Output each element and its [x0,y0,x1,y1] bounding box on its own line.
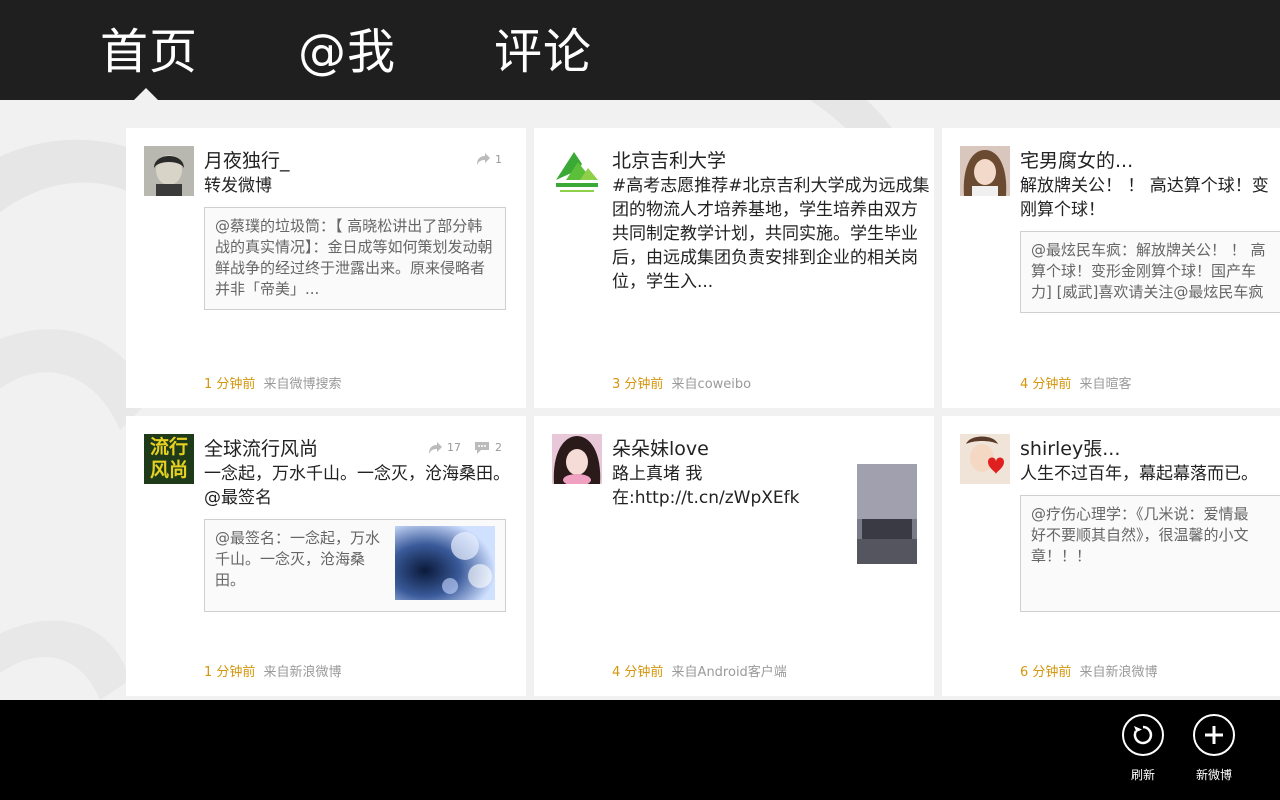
refresh-icon [1122,714,1164,756]
comment-count: 2 [495,441,502,454]
quoted-text: @最炫民车疯：解放牌关公！ ！ 高算个球！变形金刚算个球！国产车力] [威武]喜… [1031,241,1266,301]
post-meta: 4 分钟前 来自Android客户端 [612,661,787,680]
quoted-text: @最签名：一念起，万水千山。一念灭，沧海桑田。 [215,529,381,589]
avatar[interactable] [552,434,602,484]
post-source: 来自coweibo [671,377,752,392]
post-text: #高考志愿推荐#北京吉利大学成为远成集团的物流人才培养基地，学生培养由双方共同制… [612,176,930,292]
new-post-label: 新微博 [1195,768,1232,782]
repost-icon[interactable] [475,152,491,166]
post-card[interactable]: 朵朵妹love 路上真堵 我在:http://t.cn/zWpXEfk 4 分钟… [534,416,934,696]
quoted-post[interactable]: @蔡璞的垃圾筒：【 高晓松讲出了部分韩战的真实情况】：金日成等如何策划发动朝鲜战… [204,207,506,310]
selected-tab-indicator [134,88,158,100]
refresh-button[interactable]: 刷新 [1108,714,1178,783]
post-card[interactable]: 流行 风尚 全球流行风尚 17 2 一念起，万水千山。一念灭，沧海桑田。@最签名… [126,416,526,696]
post-stats: 1 [475,152,502,166]
tab-home[interactable]: 首页 [100,22,198,82]
refresh-label: 刷新 [1130,768,1155,782]
post-text: 转发微博 [204,176,272,196]
avatar[interactable]: 流行 风尚 [144,434,194,484]
repost-count: 1 [495,152,502,166]
avatar[interactable] [960,434,1010,484]
tab-mentions[interactable]: @我 [298,22,396,82]
brand-logo-icon: 流行 风尚 [144,434,194,484]
quoted-post[interactable]: @最炫民车疯：解放牌关公！ ！ 高算个球！变形金刚算个球！国产车力] [威武]喜… [1020,231,1280,313]
girl-photo-icon [960,146,1010,196]
post-time: 3 分钟前 [612,377,664,392]
author-name[interactable]: 宅男腐女的... [1020,146,1133,173]
author-name[interactable]: 北京吉利大学 [612,146,726,173]
post-card[interactable]: 宅男腐女的... 解放牌关公！ ！ 高达算个球！变刚算个球！ @最炫民车疯：解放… [942,128,1280,408]
post-stats: 17 2 [427,440,502,455]
author-name[interactable]: 月夜独行_ [204,146,290,173]
tab-comments[interactable]: 评论 [494,22,592,82]
university-logo-icon [552,146,602,196]
galaxy-image-icon [395,526,495,600]
quoted-text: @蔡璞的垃圾筒：【 高晓松讲出了部分韩战的真实情况】：金日成等如何策划发动朝鲜战… [215,217,493,298]
avatar[interactable] [144,146,194,196]
plus-icon [1193,714,1235,756]
post-source: 来自新浪微博 [1079,665,1158,680]
quoted-text: @疗伤心理学：《几米说：爱情最好不要顺其自然》，很温馨的小文章！！！ [1031,505,1249,565]
post-image[interactable] [857,464,917,564]
author-name[interactable]: 朵朵妹love [612,434,709,461]
post-card[interactable]: shirley張... 人生不过百年，幕起幕落而已。 @疗伤心理学：《几米说：爱… [942,416,1280,696]
logo-text-bottom: 风尚 [149,459,188,481]
post-source: 来自新浪微博 [263,665,342,680]
post-time: 1 分钟前 [204,665,256,680]
post-source: 来自Android客户端 [671,665,787,680]
repost-count: 17 [447,441,461,454]
girl-photo-icon [552,434,602,484]
quoted-post[interactable]: @最签名：一念起，万水千山。一念灭，沧海桑田。 [204,519,506,612]
new-post-button[interactable]: 新微博 [1179,714,1249,783]
author-name[interactable]: 全球流行风尚 [204,434,318,461]
avatar[interactable] [960,146,1010,196]
post-source: 来自暄客 [1079,377,1132,392]
street-photo-icon [857,464,917,564]
post-text: 人生不过百年，幕起幕落而已。 [1020,464,1258,484]
post-time: 6 分钟前 [1020,665,1072,680]
post-card[interactable]: 北京吉利大学 #高考志愿推荐#北京吉利大学成为远成集团的物流人才培养基地，学生培… [534,128,934,408]
post-time: 4 分钟前 [612,665,664,680]
quoted-post[interactable]: @疗伤心理学：《几米说：爱情最好不要顺其自然》，很温馨的小文章！！！ [1020,495,1280,612]
post-text: 解放牌关公！ ！ 高达算个球！变刚算个球！ [1020,176,1269,220]
post-meta: 3 分钟前 来自coweibo [612,373,751,392]
author-name[interactable]: shirley張... [1020,434,1120,461]
post-source: 来自微博搜索 [263,377,342,392]
portrait-photo-icon [144,146,194,196]
avatar[interactable] [552,146,602,196]
post-meta: 6 分钟前 来自新浪微博 [1020,661,1158,680]
post-meta: 4 分钟前 来自暄客 [1020,373,1132,392]
post-card[interactable]: 月夜独行_ 1 转发微博 @蔡璞的垃圾筒：【 高晓松讲出了部分韩战的真实情况】：… [126,128,526,408]
quoted-image[interactable] [395,526,495,600]
repost-icon[interactable] [427,441,443,455]
post-text: 一念起，万水千山。一念灭，沧海桑田。@最签名 [204,464,510,508]
top-nav: 首页 @我 评论 [0,0,1280,100]
post-meta: 1 分钟前 来自微博搜索 [204,373,342,392]
post-text: 路上真堵 我在:http://t.cn/zWpXEfk [612,464,800,508]
comment-icon[interactable] [473,440,491,455]
heart-photo-icon [960,434,1010,484]
post-time: 1 分钟前 [204,377,256,392]
post-time: 4 分钟前 [1020,377,1072,392]
app-bar: 刷新 新微博 [0,700,1280,800]
post-meta: 1 分钟前 来自新浪微博 [204,661,342,680]
logo-text-top: 流行 [149,436,188,458]
